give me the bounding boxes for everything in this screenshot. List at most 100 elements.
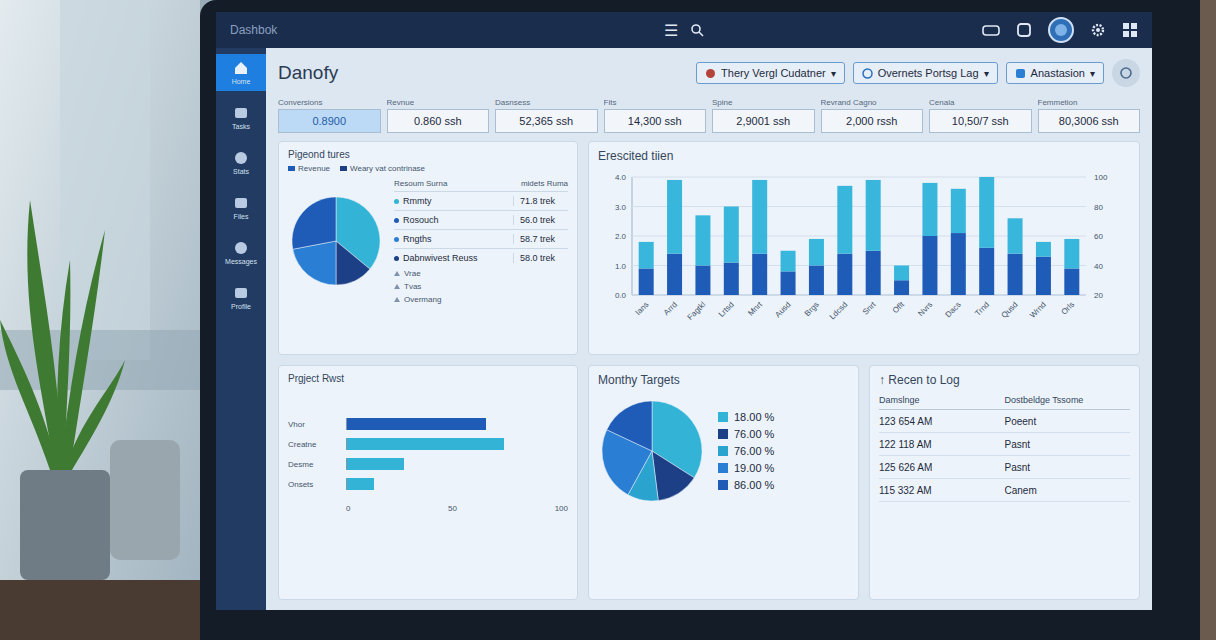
gear-icon[interactable] [1090, 22, 1106, 38]
stat-card[interactable]: Femmetion 80,3006 ssh [1038, 98, 1141, 133]
hbar-row[interactable]: Creatne [288, 438, 568, 450]
table-row[interactable]: Overmang [394, 293, 568, 306]
dashboard-screen: Dashbok ☰ Home Tasks Stats Files Message… [216, 12, 1152, 610]
sidebar-item[interactable]: Files [216, 189, 266, 226]
table-row[interactable]: Vrae [394, 267, 568, 280]
avatar-icon[interactable] [1048, 17, 1074, 43]
bar-segment[interactable] [639, 268, 654, 295]
stats-row: Conversions 0.8900Revnue 0.860 sshDasnse… [278, 98, 1140, 133]
bar-segment[interactable] [894, 266, 909, 281]
table-row[interactable]: Rmmty 71.8 trek [394, 191, 568, 210]
table-row[interactable]: Rngths 58.7 trek [394, 229, 568, 248]
pie-slice[interactable] [652, 451, 694, 501]
bar-segment[interactable] [752, 254, 767, 295]
bar-segment[interactable] [951, 189, 966, 233]
bar-segment[interactable] [1064, 239, 1079, 269]
menu-icon[interactable]: ☰ [664, 21, 678, 40]
filter-dropdown[interactable]: Anastasion ▾ [1006, 62, 1104, 84]
sidebar-item[interactable]: Stats [216, 144, 266, 181]
grid-icon[interactable] [1122, 22, 1138, 38]
bar-segment[interactable] [837, 254, 852, 295]
sidebar-item[interactable]: Home [216, 54, 266, 91]
targets-card: Monthy Targets 18.00 %76.00 %76.00 %19.0… [588, 365, 859, 600]
y2-tick: 40 [1094, 262, 1103, 271]
stat-card[interactable]: Spine 2,9001 ssh [712, 98, 815, 133]
bar-segment[interactable] [979, 177, 994, 248]
pie-slice[interactable] [292, 197, 336, 249]
y-tick: 1.0 [615, 262, 627, 271]
sidebar-item[interactable]: Tasks [216, 99, 266, 136]
stat-card[interactable]: Fits 14,300 ssh [604, 98, 707, 133]
stacked-bar-chart: 4.03.02.01.00.010080604020IansArrdFagtkl… [598, 167, 1126, 337]
bar-segment[interactable] [724, 207, 739, 263]
table-row[interactable]: 122 118 AMPasnt [879, 433, 1130, 456]
square-icon[interactable] [1016, 22, 1032, 38]
bar-segment[interactable] [922, 236, 937, 295]
card-title: Monthy Targets [598, 373, 849, 387]
bar-segment[interactable] [866, 180, 881, 251]
bar-segment[interactable] [922, 183, 937, 236]
x-label: Nvrs [916, 300, 934, 318]
stat-card[interactable]: Conversions 0.8900 [278, 98, 381, 133]
pie-slice[interactable] [336, 241, 370, 285]
table-row[interactable]: 125 626 AMPasnt [879, 456, 1130, 479]
bar-segment[interactable] [894, 280, 909, 295]
bar-segment[interactable] [979, 248, 994, 295]
bar-segment[interactable] [781, 251, 796, 272]
bar-segment[interactable] [724, 263, 739, 295]
chart-legend: RevenueWeary vat contrinase [288, 164, 568, 173]
bar-segment[interactable] [667, 180, 682, 254]
filter-dropdown[interactable]: Thery Vergl Cudatner ▾ [696, 62, 845, 84]
x-label: Ldcsd [828, 300, 849, 321]
search-icon[interactable] [690, 23, 704, 37]
bar-segment[interactable] [837, 186, 852, 254]
table-row[interactable]: Dabnwivest Reuss 58.0 trek [394, 248, 568, 267]
bar-segment[interactable] [695, 266, 710, 296]
y-tick: 2.0 [615, 232, 627, 241]
bar-segment[interactable] [695, 215, 710, 265]
bar-segment[interactable] [752, 180, 767, 254]
bar-segment[interactable] [809, 266, 824, 296]
bar-segment[interactable] [639, 242, 654, 269]
bar-segment[interactable] [1008, 218, 1023, 253]
legend-item: 76.00 % [718, 445, 774, 457]
bar-segment[interactable] [1008, 254, 1023, 295]
stat-card[interactable]: Revrand Cagno 2,000 rssh [821, 98, 924, 133]
gamepad-icon[interactable] [982, 23, 1000, 37]
nav-icon [233, 105, 249, 121]
filter-dropdown[interactable]: Overnets Portsg Lag ▾ [853, 62, 998, 84]
x-label: Arrd [662, 300, 679, 317]
action-button[interactable] [1112, 59, 1140, 87]
brand-label: Dashbok [230, 23, 664, 37]
stat-card[interactable]: Cenala 10,50/7 ssh [929, 98, 1032, 133]
bar-segment[interactable] [951, 233, 966, 295]
bar-segment[interactable] [1036, 242, 1051, 257]
bar-segment[interactable] [667, 254, 682, 295]
bar-segment[interactable] [1064, 268, 1079, 295]
y2-tick: 20 [1094, 291, 1103, 300]
bar-segment[interactable] [866, 251, 881, 295]
filter-icon [705, 68, 716, 79]
pie-slice[interactable] [607, 401, 652, 451]
bar-segment[interactable] [781, 271, 796, 295]
table-row[interactable]: 123 654 AMPoeent [879, 410, 1130, 433]
stat-card[interactable]: Revnue 0.860 ssh [387, 98, 490, 133]
hbar-row[interactable]: Onsets [288, 478, 568, 490]
table-row[interactable]: Rosouch 56.0 trek [394, 210, 568, 229]
sidebar-item[interactable]: Messages [216, 234, 266, 271]
legend-item: 18.00 % [718, 411, 774, 423]
table-row[interactable]: 115 332 AMCanem [879, 479, 1130, 502]
stat-card[interactable]: Dasnsess 52,365 ssh [495, 98, 598, 133]
targets-pie [598, 397, 706, 505]
sidebar-item[interactable]: Profile [216, 279, 266, 316]
bar-segment[interactable] [1036, 257, 1051, 295]
log-table: DamslngeDostbeldge Tssome 123 654 AMPoee… [879, 391, 1130, 502]
hbar-row[interactable]: Vhor [288, 418, 568, 430]
nav-icon [233, 285, 249, 301]
y2-tick: 80 [1094, 203, 1103, 212]
hbar-row[interactable]: Desme [288, 458, 568, 470]
refresh-icon [1119, 66, 1133, 80]
table-row[interactable]: Tvas [394, 280, 568, 293]
bar-segment[interactable] [809, 239, 824, 266]
card-title: Prgject Rwst [288, 373, 568, 384]
